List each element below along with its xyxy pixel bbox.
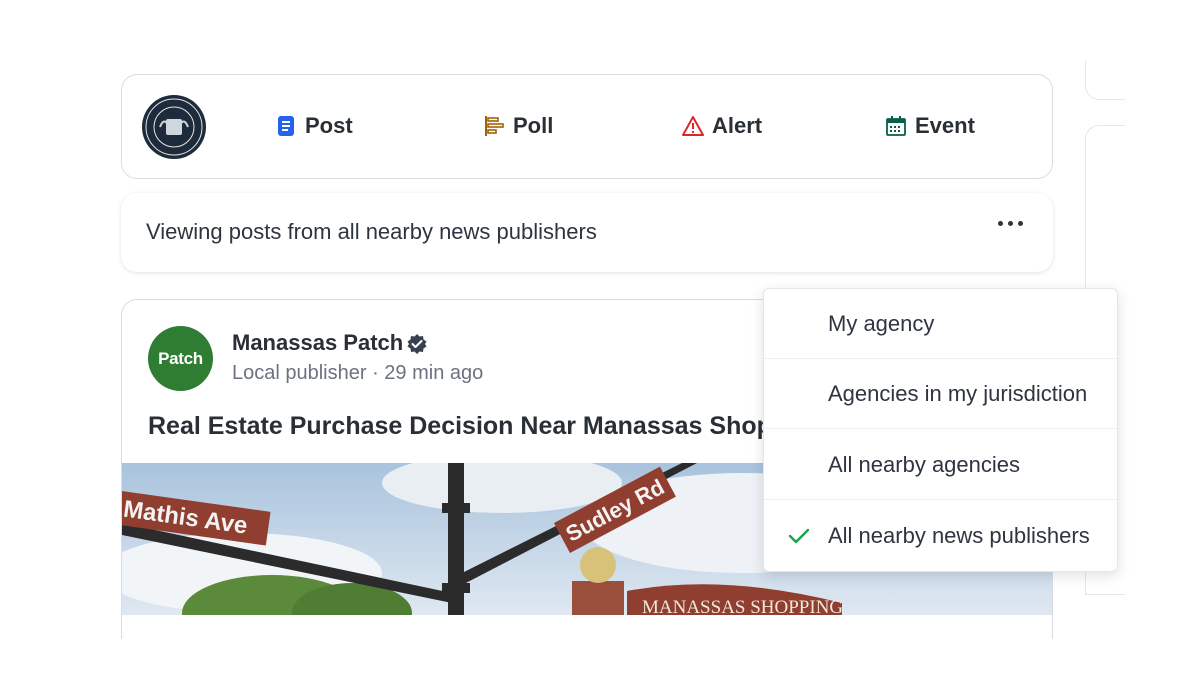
post-meta: Local publisher · 29 min ago xyxy=(232,362,484,384)
county-seal-icon xyxy=(142,95,206,159)
shopping-center-sign: MANASSAS SHOPPING xyxy=(642,597,843,615)
post-action-button[interactable]: Post xyxy=(275,113,353,139)
post-title[interactable]: Real Estate Purchase Decision Near Manas… xyxy=(148,412,825,441)
menu-item-all-nearby-news-publishers[interactable]: All nearby news publishers xyxy=(764,501,1117,571)
event-action-button[interactable]: Event xyxy=(885,113,975,139)
more-horizontal-icon xyxy=(998,221,1003,226)
alert-icon xyxy=(682,116,704,136)
alert-action-button[interactable]: Alert xyxy=(682,113,762,139)
alert-action-label: Alert xyxy=(712,113,763,138)
filter-description: Viewing posts from all nearby news publi… xyxy=(146,219,597,244)
more-options-button[interactable] xyxy=(998,221,1023,226)
verified-badge-icon xyxy=(407,334,427,354)
menu-item-all-nearby-agencies[interactable]: All nearby agencies xyxy=(764,430,1117,500)
event-action-label: Event xyxy=(915,113,975,138)
feed-filter-bar: Viewing posts from all nearby news publi… xyxy=(121,193,1053,272)
post-action-label: Post xyxy=(305,113,353,138)
side-panel-fragment xyxy=(1085,60,1125,100)
poll-action-label: Poll xyxy=(513,113,554,138)
feed-filter-menu: My agency Agencies in my jurisdiction Al… xyxy=(763,288,1118,572)
publisher-avatar[interactable]: Patch xyxy=(148,326,213,391)
menu-item-agencies-in-jurisdiction[interactable]: Agencies in my jurisdiction xyxy=(764,359,1117,429)
menu-item-my-agency[interactable]: My agency xyxy=(764,289,1117,359)
post-composer: Post Poll Alert Event xyxy=(121,74,1053,179)
calendar-icon xyxy=(886,116,906,136)
poll-icon xyxy=(485,116,504,136)
post-icon xyxy=(278,116,294,136)
checkmark-icon xyxy=(788,528,810,544)
publisher-name[interactable]: Manassas Patch xyxy=(232,330,403,356)
poll-action-button[interactable]: Poll xyxy=(483,113,553,139)
